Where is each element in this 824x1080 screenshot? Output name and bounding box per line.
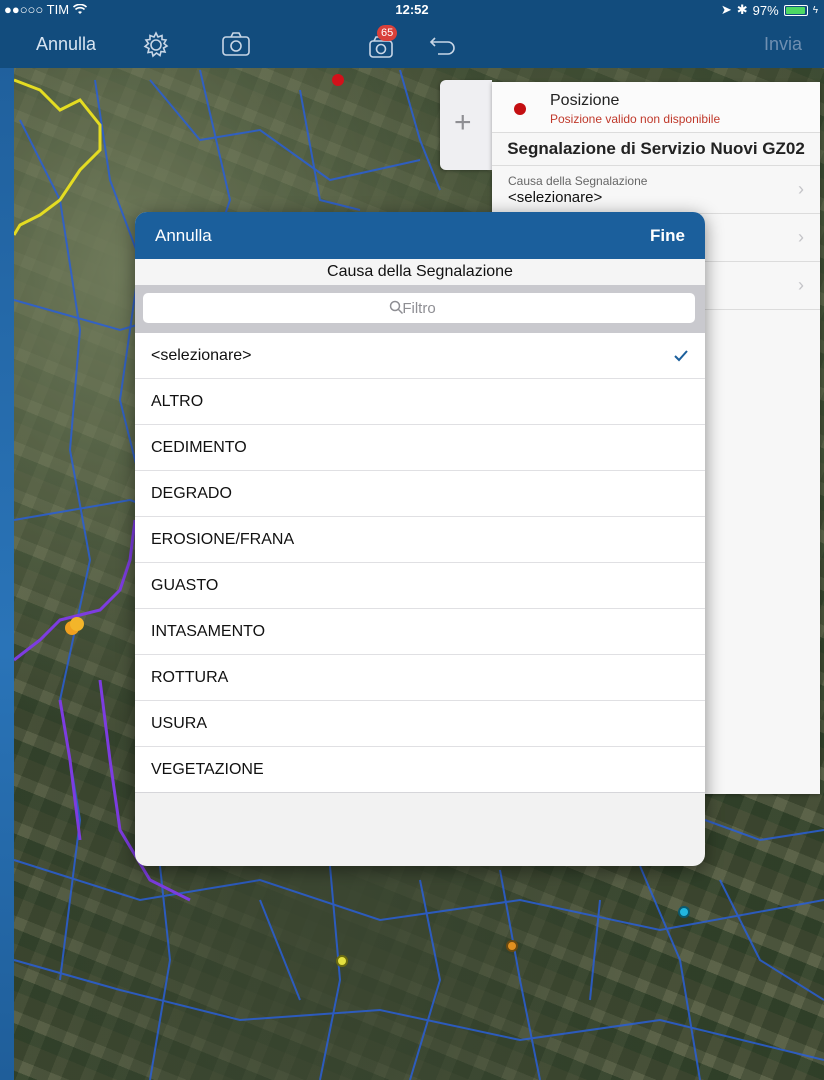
left-edge-strip <box>0 0 14 1080</box>
option-label: CEDIMENTO <box>151 439 247 456</box>
picker-title: Causa della Segnalazione <box>135 259 705 285</box>
toolbar-send-button[interactable]: Invia <box>764 20 802 68</box>
position-title: Posizione <box>550 92 620 109</box>
option-item[interactable]: ROTTURA <box>135 655 705 701</box>
option-label: ROTTURA <box>151 669 229 686</box>
map-marker-cyan[interactable] <box>678 906 690 918</box>
location-arrow-icon: ➤ <box>720 2 732 17</box>
form-field-label: Causa della Segnalazione <box>508 174 648 188</box>
options-list: <selezionare> ALTRO CEDIMENTO DEGRADO EROSIO… <box>135 333 705 793</box>
camera-icon[interactable] <box>221 30 251 58</box>
option-label: USURA <box>151 715 208 732</box>
option-item[interactable]: DEGRADO <box>135 471 705 517</box>
form-field-value: <selezionare> <box>508 189 603 206</box>
status-right-group: ➤ ✱ 97% ϟ <box>721 2 818 18</box>
option-label: DEGRADO <box>151 485 232 502</box>
map-marker-orange-2[interactable] <box>70 617 84 631</box>
chevron-right-icon: › <box>798 227 804 247</box>
checkmark-icon <box>674 350 688 362</box>
option-item[interactable]: VEGETAZIONE <box>135 747 705 793</box>
option-item[interactable]: <selezionare> <box>135 333 705 379</box>
map-marker-yellow[interactable] <box>336 955 348 967</box>
form-title: Segnalazione di Servizio Nuovi GZ02 <box>492 133 820 166</box>
search-input[interactable] <box>143 293 695 323</box>
app-screen: ●●○○○ TIM 12:52 ➤ ✱ 97% ϟ Annulla 65 Inv… <box>0 0 824 1080</box>
undo-icon[interactable] <box>428 32 458 58</box>
chevron-right-icon: › <box>798 275 804 295</box>
map-yellow-line <box>12 78 102 236</box>
option-label: EROSIONE/FRANA <box>151 531 295 548</box>
form-field-causa[interactable]: Causa della Segnalazione <selezionare> › <box>492 166 820 214</box>
map-marker-orange-3[interactable] <box>506 940 518 952</box>
option-item[interactable]: USURA <box>135 701 705 747</box>
option-item[interactable]: CEDIMENTO <box>135 425 705 471</box>
option-item[interactable]: GUASTO <box>135 563 705 609</box>
photo-count-badge: 65 <box>377 25 398 41</box>
plus-icon[interactable]: + <box>454 106 472 140</box>
option-label: INTASAMENTO <box>151 623 266 640</box>
bluetooth-icon: ✱ <box>736 2 748 17</box>
battery-percent: 97% <box>752 2 779 18</box>
charging-icon: ϟ <box>812 4 818 16</box>
toolbar-cancel-button[interactable]: Annulla <box>36 20 96 68</box>
chevron-right-icon: › <box>798 179 804 199</box>
map-marker-red[interactable] <box>332 74 344 86</box>
add-tab[interactable]: + <box>440 80 492 170</box>
battery-fill <box>785 6 805 14</box>
status-bar: ●●○○○ TIM 12:52 ➤ ✱ 97% ϟ <box>0 0 824 20</box>
option-item[interactable]: INTASAMENTO <box>135 609 705 655</box>
option-label: <selezionare> <box>151 347 252 364</box>
picker-nav-bar: Annulla Fine <box>135 212 705 259</box>
picker-cancel-button[interactable]: Annulla <box>155 226 212 246</box>
option-item[interactable]: EROSIONE/FRANA <box>135 517 705 563</box>
position-status-dot <box>514 103 526 115</box>
option-item[interactable]: ALTRO <box>135 379 705 425</box>
picker-modal: Annulla Fine Causa della Segnalazione <s… <box>135 212 705 866</box>
picker-done-button[interactable]: Fine <box>650 226 685 246</box>
status-time: 12:52 <box>395 2 429 17</box>
top-toolbar: Annulla 65 Invia <box>0 20 824 68</box>
position-subtitle: Posizione valido non disponibile <box>550 112 721 126</box>
gear-icon[interactable] <box>141 30 171 60</box>
option-label: VEGETAZIONE <box>151 761 264 778</box>
option-label: ALTRO <box>151 393 204 410</box>
search-bar <box>135 285 705 333</box>
position-row[interactable]: Posizione Posizione valido non disponibi… <box>492 82 820 133</box>
option-label: GUASTO <box>151 577 219 594</box>
battery-icon <box>783 4 808 16</box>
